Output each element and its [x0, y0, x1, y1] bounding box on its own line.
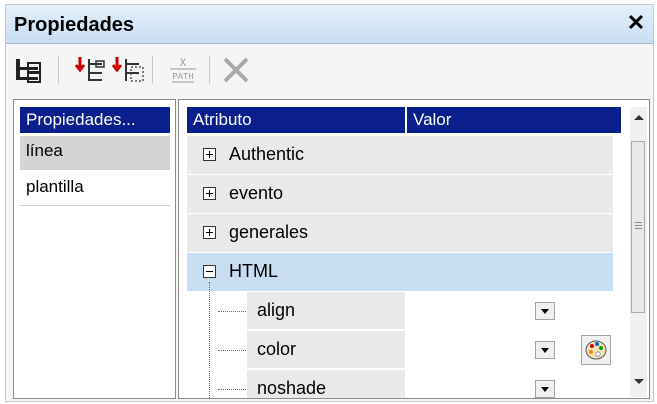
vertical-scrollbar[interactable] — [630, 107, 647, 397]
dropdown-arrow-icon[interactable] — [535, 380, 555, 398]
tree-connector — [218, 389, 246, 390]
expand-icon[interactable] — [203, 187, 216, 200]
group-label: generales — [229, 222, 309, 242]
toolbar: X PATH — [6, 44, 653, 98]
expand-icon[interactable] — [203, 148, 216, 161]
add-child-icon[interactable] — [74, 53, 108, 87]
attribute-label: noshade — [257, 378, 327, 398]
attributes-table: Atributo Valor Authentic evento generale… — [178, 99, 650, 399]
close-icon[interactable]: ✕ — [625, 11, 647, 35]
group-label: Authentic — [229, 144, 305, 164]
toolbar-separator — [58, 56, 59, 84]
color-palette-button[interactable] — [581, 335, 611, 365]
delete-icon[interactable] — [219, 53, 253, 87]
dropdown-arrow-icon[interactable] — [535, 341, 555, 359]
svg-text:PATH: PATH — [172, 72, 194, 82]
dropdown-arrow-icon[interactable] — [535, 302, 555, 320]
grip-line — [635, 222, 642, 223]
group-row-html[interactable]: HTML — [187, 253, 613, 292]
scrollbar-thumb[interactable] — [631, 141, 645, 313]
column-header-value[interactable]: Valor — [407, 107, 621, 133]
tree-connector — [218, 311, 246, 312]
attribute-row-color[interactable]: color — [187, 331, 613, 370]
scroll-down-icon[interactable] — [634, 379, 644, 384]
group-label: HTML — [229, 261, 278, 281]
list-item-linea[interactable]: línea — [20, 136, 170, 170]
add-sibling-icon[interactable] — [111, 53, 145, 87]
group-row-evento[interactable]: evento — [187, 175, 613, 214]
grip-line — [635, 228, 642, 229]
group-row-generales[interactable]: generales — [187, 214, 613, 253]
palette-icon — [585, 340, 607, 360]
panel-title: Propiedades — [14, 14, 135, 36]
toolbar-separator — [152, 56, 153, 84]
attribute-row-align[interactable]: align — [187, 292, 613, 331]
property-groups-header[interactable]: Propiedades... — [20, 107, 170, 133]
collapse-icon[interactable] — [203, 265, 216, 278]
panel-titlebar: Propiedades ✕ — [6, 5, 653, 44]
column-header-attribute[interactable]: Atributo — [187, 107, 405, 133]
toolbar-separator — [209, 56, 210, 84]
grip-line — [635, 225, 642, 226]
tree-connector — [218, 350, 246, 351]
attribute-label: color — [257, 339, 297, 359]
attribute-label: align — [257, 300, 296, 320]
scroll-up-icon[interactable] — [634, 115, 644, 120]
svg-text:X: X — [180, 58, 187, 70]
property-groups-list: Propiedades... línea plantilla — [13, 99, 176, 399]
attribute-row-noshade[interactable]: noshade — [187, 370, 613, 398]
list-item-plantilla[interactable]: plantilla — [20, 172, 170, 206]
xpath-icon[interactable]: X PATH — [166, 53, 200, 87]
expand-icon[interactable] — [203, 226, 216, 239]
tree-layout-icon[interactable] — [12, 53, 46, 87]
group-label: evento — [229, 183, 284, 203]
group-row-authentic[interactable]: Authentic — [187, 136, 613, 175]
properties-panel: Propiedades ✕ X PATH Propiedades... línea… — [5, 4, 654, 402]
